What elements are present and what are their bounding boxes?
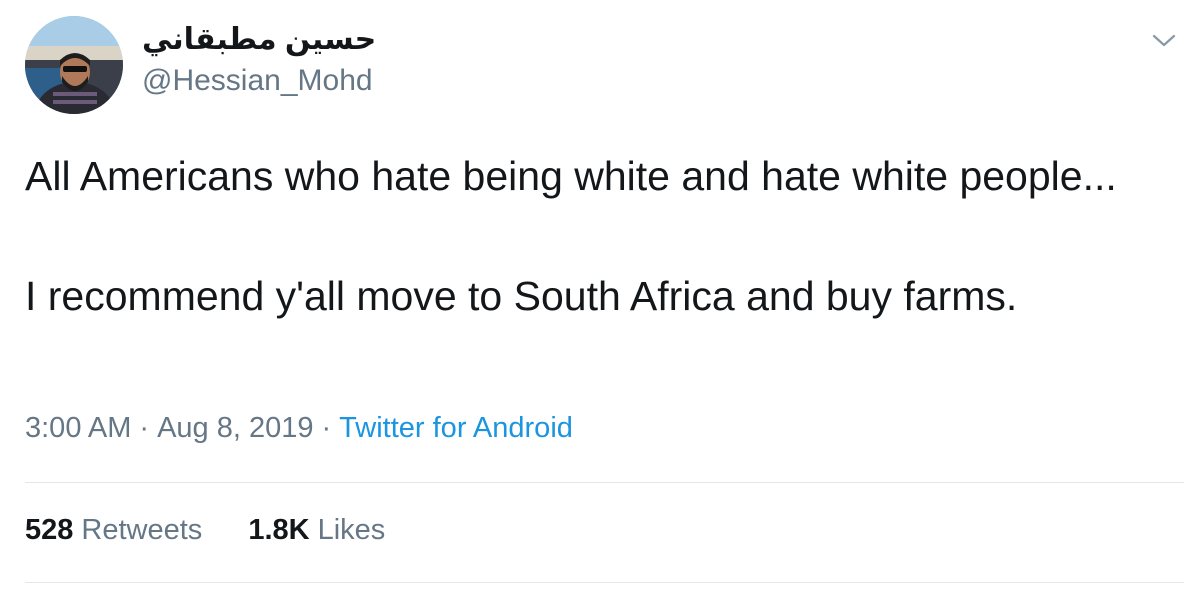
retweets-label: Retweets	[81, 514, 203, 546]
divider	[25, 482, 1184, 483]
tweet-time[interactable]: 3:00 AM	[25, 412, 131, 444]
display-name[interactable]: حسين مطبقاني	[142, 22, 376, 57]
likes-stat[interactable]: 1.8K Likes	[248, 514, 385, 547]
tweet-stats: 528 Retweets 1.8K Likes	[25, 514, 423, 547]
tweet-text-line: All Americans who hate being white and h…	[25, 153, 1117, 199]
likes-count: 1.8K	[248, 514, 310, 546]
chevron-down-icon[interactable]	[1150, 28, 1178, 52]
meta-separator: ·	[321, 412, 332, 444]
tweet-card: حسين مطبقاني @Hessian_Mohd All Americans…	[0, 0, 1194, 609]
divider	[25, 582, 1184, 583]
retweets-stat[interactable]: 528 Retweets	[25, 514, 202, 547]
tweet-text-line: I recommend y'all move to South Africa a…	[25, 273, 1018, 319]
likes-label: Likes	[317, 514, 386, 546]
retweets-count: 528	[25, 514, 74, 546]
tweet-meta: 3:00 AM · Aug 8, 2019 · Twitter for Android	[25, 412, 573, 445]
tweet-text: All Americans who hate being white and h…	[25, 146, 1155, 326]
tweet-date[interactable]: Aug 8, 2019	[157, 412, 313, 444]
avatar[interactable]	[25, 16, 123, 114]
user-handle[interactable]: @Hessian_Mohd	[142, 64, 373, 98]
avatar-photo-icon	[25, 16, 123, 114]
meta-separator: ·	[139, 412, 150, 444]
tweet-source-link[interactable]: Twitter for Android	[339, 412, 573, 444]
